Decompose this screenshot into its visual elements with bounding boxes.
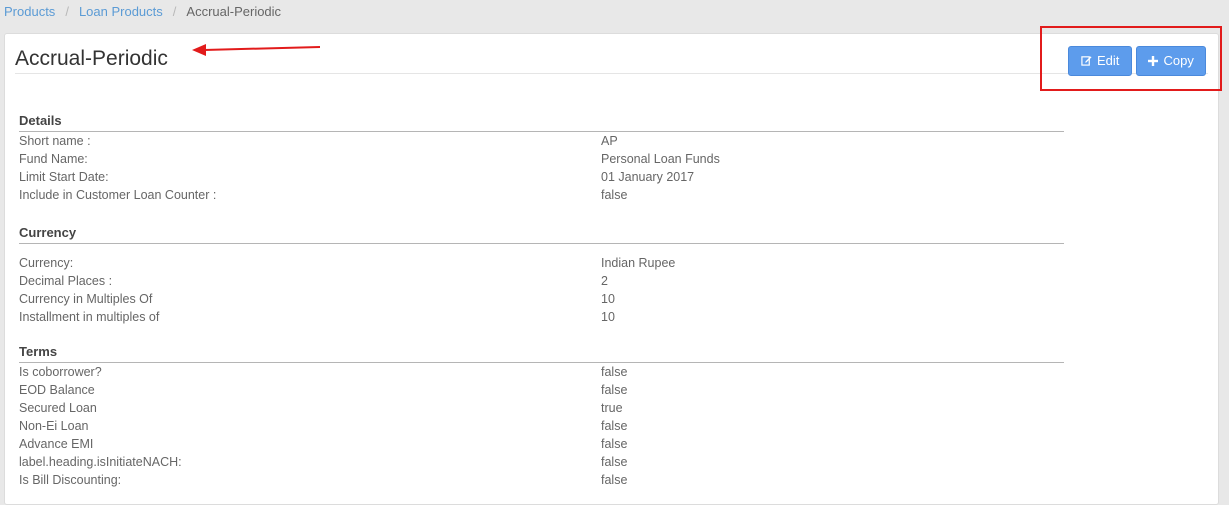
breadcrumb-link-loan-products[interactable]: Loan Products [79, 4, 163, 20]
terms-value: false [601, 365, 628, 379]
detail-label: Fund Name: [19, 152, 88, 166]
detail-value: Personal Loan Funds [601, 152, 720, 166]
details-section-title: Details [19, 113, 1064, 132]
detail-row: Limit Start Date: 01 January 2017 [19, 168, 1064, 186]
currency-section-title: Currency [19, 225, 1064, 244]
terms-label: Is coborrower? [19, 365, 102, 379]
terms-value: false [601, 455, 628, 469]
title-divider [15, 73, 1208, 74]
terms-value: false [601, 383, 628, 397]
detail-row: Fund Name: Personal Loan Funds [19, 150, 1064, 168]
page-title: Accrual-Periodic [15, 47, 168, 70]
terms-value: true [601, 401, 623, 415]
terms-label: Secured Loan [19, 401, 97, 415]
currency-label: Installment in multiples of [19, 310, 160, 324]
detail-row: Include in Customer Loan Counter : false [19, 186, 1064, 204]
details-section: Details Short name : AP Fund Name: Perso… [19, 113, 1064, 204]
terms-row: Is coborrower? false [19, 363, 1064, 381]
breadcrumb-current: Accrual-Periodic [186, 4, 282, 19]
terms-label: Advance EMI [19, 437, 94, 451]
currency-value: 2 [601, 274, 608, 288]
detail-label: Short name : [19, 134, 91, 148]
currency-value: 10 [601, 292, 615, 306]
detail-value: 01 January 2017 [601, 170, 695, 184]
terms-label: label.heading.isInitiateNACH: [19, 455, 182, 469]
terms-row: EOD Balance false [19, 381, 1064, 399]
detail-value: AP [601, 134, 618, 148]
currency-label: Currency: [19, 256, 74, 270]
terms-row: Secured Loan true [19, 399, 1064, 417]
terms-value: false [601, 437, 628, 451]
currency-row: Currency in Multiples Of 10 [19, 290, 1064, 308]
terms-row: Is Bill Discounting: false [19, 471, 1064, 489]
detail-row: Short name : AP [19, 132, 1064, 150]
currency-label: Decimal Places : [19, 274, 113, 288]
annotation-arrow-icon [192, 44, 321, 56]
detail-value: false [601, 188, 628, 202]
product-panel: Accrual-Periodic Edit Copy Details Short… [4, 33, 1219, 505]
currency-row: Currency: Indian Rupee [19, 254, 1064, 272]
currency-row: Installment in multiples of 10 [19, 308, 1064, 326]
breadcrumb: Products / Loan Products / Accrual-Perio… [4, 4, 281, 20]
breadcrumb-link-products[interactable]: Products [4, 4, 55, 20]
currency-value: 10 [601, 310, 615, 324]
terms-label: EOD Balance [19, 383, 95, 397]
terms-row: Non-Ei Loan false [19, 417, 1064, 435]
currency-section: Currency Currency: Indian Rupee Decimal … [19, 225, 1064, 326]
terms-label: Non-Ei Loan [19, 419, 89, 433]
terms-value: false [601, 473, 628, 487]
terms-row: Advance EMI false [19, 435, 1064, 453]
currency-label: Currency in Multiples Of [19, 292, 153, 306]
terms-row: label.heading.isInitiateNACH: false [19, 453, 1064, 471]
detail-label: Limit Start Date: [19, 170, 109, 184]
terms-value: false [601, 419, 628, 433]
terms-section: Terms Is coborrower? false EOD Balance f… [19, 344, 1064, 489]
breadcrumb-separator: / [172, 4, 177, 19]
annotation-highlight-box [1040, 26, 1222, 91]
terms-section-title: Terms [19, 344, 1064, 363]
terms-label: Is Bill Discounting: [19, 473, 122, 487]
currency-value: Indian Rupee [601, 256, 676, 270]
breadcrumb-separator: / [65, 4, 69, 19]
detail-label: Include in Customer Loan Counter : [19, 188, 217, 202]
currency-row: Decimal Places : 2 [19, 272, 1064, 290]
